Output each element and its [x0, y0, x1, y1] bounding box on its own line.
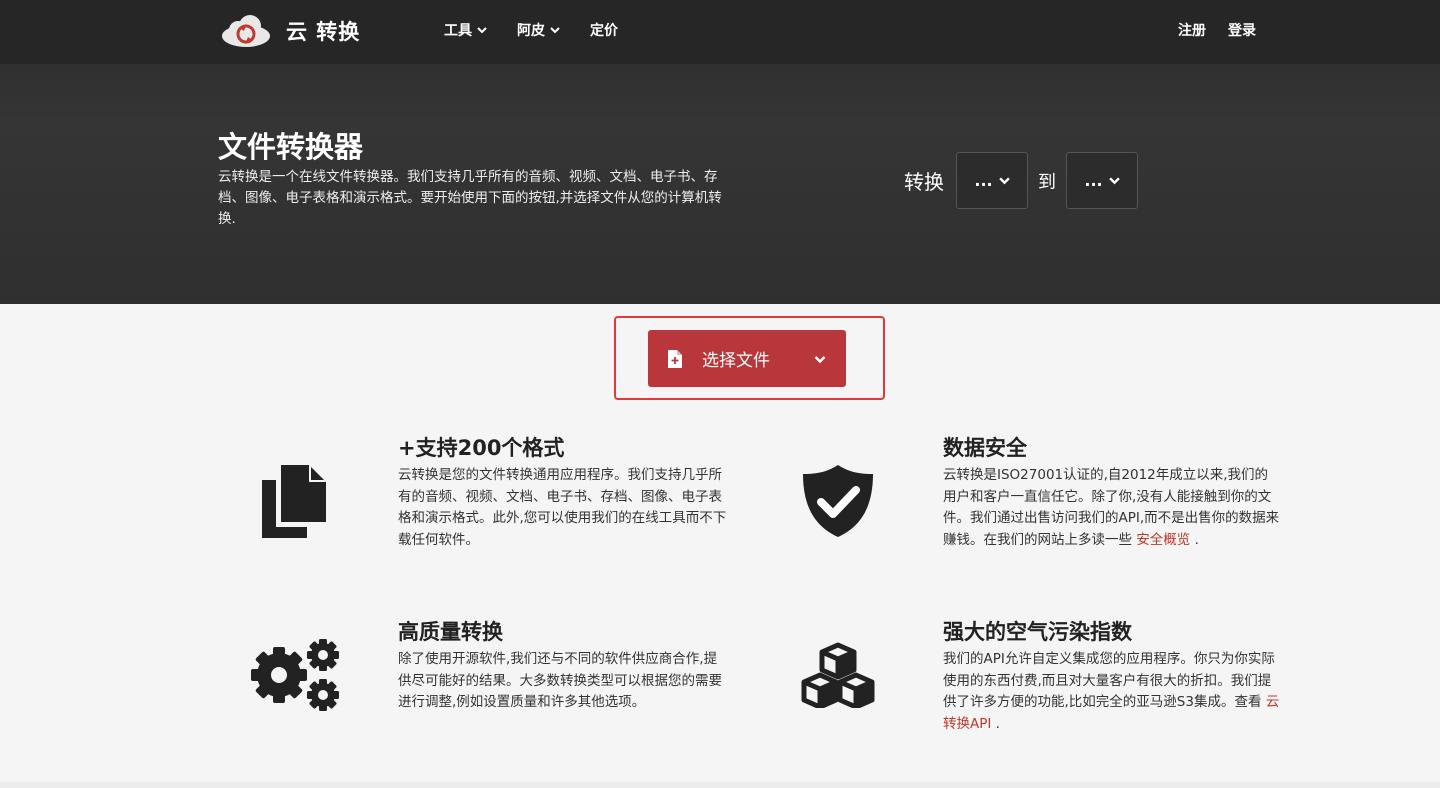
feature-text-security-body: 云转换是ISO27001认证的,自2012年成立以来,我们的用户和客户一直信任它…	[943, 467, 1280, 548]
feature-text-quality: 除了使用开源软件,我们还与不同的软件供应商合作,提供尽可能好的结果。大多数转换类…	[398, 651, 722, 710]
security-overview-link[interactable]: 安全概览	[1136, 532, 1190, 548]
chevron-down-icon	[477, 27, 487, 34]
nav-pricing-label: 定价	[590, 23, 618, 39]
feature-text-api: 我们的API允许自定义集成您的应用程序。你只为你实际使用的东西付费,而且对大量客…	[943, 649, 1281, 735]
shield-check-icon	[803, 465, 873, 537]
to-format-value: ...	[1084, 171, 1103, 190]
login-link[interactable]: 登录	[1228, 20, 1256, 40]
from-format-value: ...	[974, 171, 993, 190]
hero-section: 云 转换 工具 阿皮 定价 注册 登录 文件转换器 云转换是一个在线文件转换器。…	[0, 0, 1440, 304]
cloud-logo-icon	[222, 15, 270, 47]
feature-text-security: 云转换是ISO27001认证的,自2012年成立以来,我们的用户和客户一直信任它…	[943, 465, 1281, 551]
chevron-down-icon	[550, 27, 560, 34]
nav-tools[interactable]: 工具	[444, 20, 487, 40]
cubes-icon	[801, 642, 875, 708]
auth-links: 注册 登录	[1178, 20, 1256, 40]
to-format-select[interactable]: ...	[1066, 152, 1138, 209]
main-nav: 工具 阿皮 定价	[444, 20, 618, 40]
convert-label: 转换	[904, 170, 944, 194]
select-file-button[interactable]: 选择文件	[648, 330, 846, 387]
feature-text-formats: 云转换是您的文件转换通用应用程序。我们支持几乎所有的音频、视频、文档、电子书、存…	[398, 467, 727, 548]
feature-title-quality: 高质量转换	[398, 620, 503, 644]
footer-divider	[0, 782, 1440, 788]
select-file-label: 选择文件	[702, 351, 770, 371]
feature-text-api-body: 我们的API允许自定义集成您的应用程序。你只为你实际使用的东西付费,而且对大量客…	[943, 651, 1275, 710]
to-label: 到	[1038, 171, 1056, 193]
page-title: 文件转换器	[218, 130, 364, 164]
feature-title-security: 数据安全	[943, 436, 1027, 460]
feature-text-api-suffix: .	[995, 715, 1000, 732]
top-navbar: 云 转换 工具 阿皮 定价 注册 登录	[0, 0, 1440, 64]
register-link[interactable]: 注册	[1178, 20, 1206, 40]
gears-icon	[251, 639, 339, 711]
file-add-icon	[668, 349, 682, 368]
chevron-down-icon[interactable]	[814, 353, 826, 365]
chevron-down-icon	[1108, 177, 1120, 185]
feature-title-api: 强大的空气污染指数	[943, 620, 1132, 644]
convert-selector: 转换 ... 到 ...	[904, 152, 1138, 209]
nav-tools-label: 工具	[444, 23, 472, 39]
nav-api-label: 阿皮	[517, 23, 545, 39]
feature-title-formats: +支持200个格式	[398, 436, 565, 460]
feature-text-security-suffix: .	[1194, 531, 1199, 548]
hero-description: 云转换是一个在线文件转换器。我们支持几乎所有的音频、视频、文档、电子书、存档、图…	[218, 169, 722, 227]
logo[interactable]: 云 转换	[220, 14, 360, 48]
files-icon	[262, 465, 326, 538]
nav-api[interactable]: 阿皮	[517, 20, 560, 40]
logo-text: 云 转换	[286, 20, 361, 44]
chevron-down-icon	[998, 177, 1010, 185]
nav-pricing[interactable]: 定价	[590, 20, 618, 40]
from-format-select[interactable]: ...	[956, 152, 1028, 209]
